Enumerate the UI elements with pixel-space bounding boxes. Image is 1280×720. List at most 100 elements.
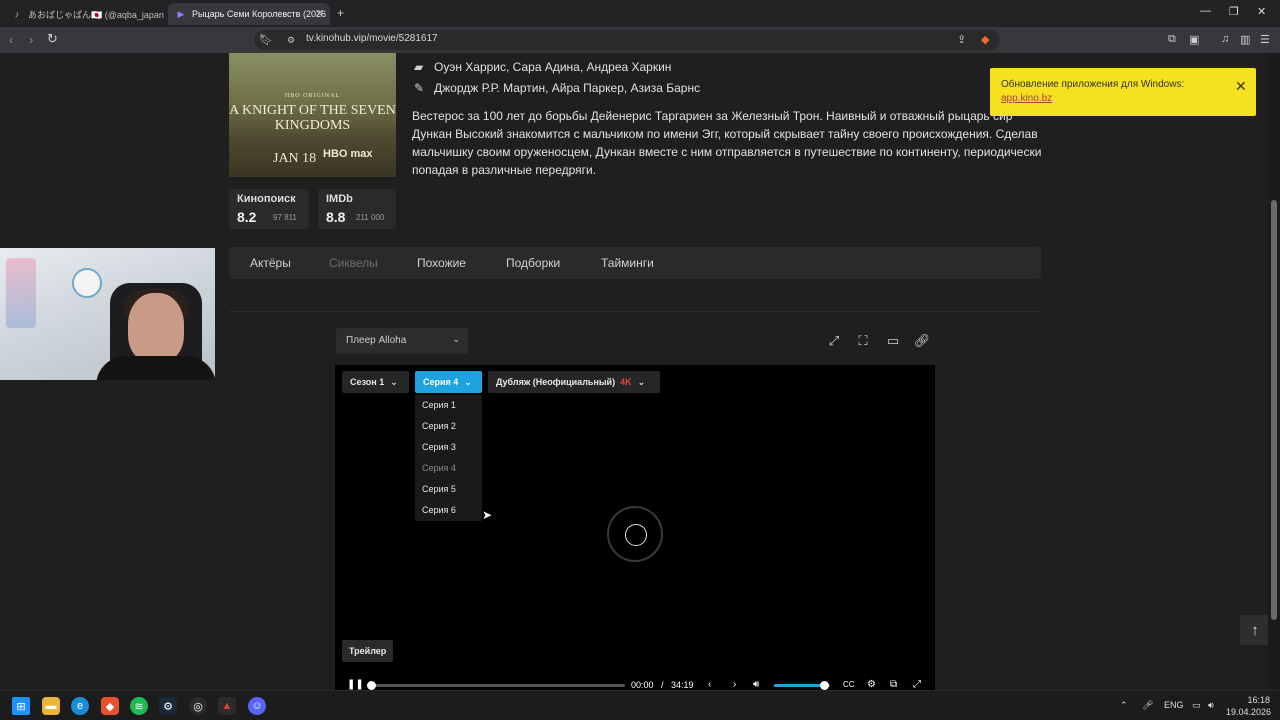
- menu-icon[interactable]: ☰: [1260, 33, 1270, 46]
- video-player[interactable]: Сезон 1 ⌄ Серия 4 ⌄ Дубляж (Неофициальны…: [335, 365, 935, 690]
- movie-poster[interactable]: HBO ORIGINAL A KNIGHT OF THE SEVEN KINGD…: [229, 53, 396, 177]
- gear-icon[interactable]: ⚙: [867, 679, 876, 690]
- comment-icon[interactable]: ▭: [880, 329, 906, 353]
- dub-dropdown[interactable]: Дубляж (Неофициальный) 4K ⌄: [488, 371, 660, 393]
- wallet-icon[interactable]: ▣: [1189, 33, 1199, 46]
- divider: [229, 311, 1041, 312]
- trailer-button[interactable]: Трейлер: [342, 640, 394, 662]
- new-tab-button[interactable]: +: [337, 6, 344, 20]
- previous-icon[interactable]: ‹: [708, 679, 711, 690]
- page-content: HBO ORIGINAL A KNIGHT OF THE SEVEN KINGD…: [0, 53, 1268, 690]
- tab-kinohub[interactable]: ▶ Рыцарь Семи Королевств (2026 ✕: [168, 3, 330, 25]
- season-dropdown[interactable]: Сезон 1 ⌄: [342, 371, 409, 393]
- forward-icon[interactable]: ›: [29, 32, 33, 47]
- volume-icon[interactable]: 🔊︎: [753, 679, 759, 690]
- volume-handle[interactable]: [820, 681, 830, 690]
- edge-icon[interactable]: e: [71, 697, 89, 715]
- update-notification: Обновление приложения для Windows: app.k…: [990, 68, 1256, 116]
- extensions-icon[interactable]: ⧉: [1168, 33, 1176, 46]
- volume-slider[interactable]: [774, 681, 830, 690]
- media-icon[interactable]: ♫: [1221, 33, 1229, 45]
- episode-option-3[interactable]: Серия 3: [422, 442, 456, 452]
- episode-option-2[interactable]: Серия 2: [422, 421, 456, 431]
- episode-option-5[interactable]: Серия 5: [422, 484, 456, 494]
- close-icon[interactable]: ✕: [1235, 78, 1247, 95]
- player-select[interactable]: Плеер Alloha ⌄: [336, 328, 468, 354]
- windows-start-icon[interactable]: ⊞: [12, 697, 30, 715]
- rating-name: Кинопоиск: [237, 193, 296, 205]
- minimize-button[interactable]: —: [1200, 5, 1211, 17]
- rating-value: 8.2: [237, 209, 257, 225]
- episode-label: Серия 4: [423, 377, 459, 387]
- tab-similar[interactable]: Похожие: [417, 256, 466, 270]
- brave-icon[interactable]: ◆: [101, 697, 119, 715]
- seek-handle[interactable]: [367, 681, 376, 690]
- network-icon[interactable]: ▭: [1192, 700, 1201, 711]
- scroll-to-top-button[interactable]: ↑: [1240, 615, 1268, 645]
- webcam-background-cloth: [6, 258, 36, 328]
- episode-dropdown[interactable]: Серия 4 ⌄: [415, 371, 482, 393]
- time-current: 00:00: [631, 680, 654, 690]
- clock-date: 19.04.2026: [1226, 707, 1272, 717]
- volume-fill: [774, 684, 825, 687]
- volume-icon[interactable]: 🔊︎: [1208, 700, 1214, 711]
- tab-collections[interactable]: Подборки: [506, 256, 560, 270]
- episode-option-1[interactable]: Серия 1: [422, 400, 456, 410]
- pause-icon[interactable]: ❚❚: [347, 679, 364, 690]
- loading-spinner: [607, 506, 663, 562]
- system-clock[interactable]: 16:18 19.04.2026: [1226, 694, 1272, 718]
- webcam-face: [128, 293, 184, 363]
- poster-brand: HBO max: [323, 148, 373, 160]
- next-icon[interactable]: ›: [733, 679, 736, 690]
- seek-bar[interactable]: [367, 681, 625, 690]
- writers-row: ✎ Джордж Р.Р. Мартин, Айра Паркер, Азиза…: [414, 81, 700, 95]
- show-hidden-icons[interactable]: ⌃: [1120, 700, 1128, 711]
- sidebar-icon[interactable]: ▥: [1240, 33, 1250, 46]
- adobe-icon[interactable]: ▲: [218, 697, 236, 715]
- chevron-down-icon: ⌄: [390, 376, 398, 387]
- episode-option-4[interactable]: Серия 4: [422, 463, 456, 473]
- episode-option-6[interactable]: Серия 6: [422, 505, 456, 515]
- chevron-down-icon: ⌄: [452, 334, 460, 344]
- restore-button[interactable]: ❐: [1229, 5, 1239, 18]
- url-text[interactable]: tv.kinohub.vip/movie/5281617: [306, 33, 438, 44]
- tab-timings[interactable]: Тайминги: [601, 256, 654, 270]
- tab-sequels[interactable]: Сиквелы: [329, 256, 378, 270]
- movie-tabs: Актёры Сиквелы Похожие Подборки Тайминги: [229, 247, 1041, 279]
- close-window-button[interactable]: ✕: [1257, 5, 1266, 18]
- site-info-icon[interactable]: ⚙: [287, 35, 295, 46]
- bookmark-icon[interactable]: 🔖︎: [259, 33, 273, 46]
- dub-label: Дубляж (Неофициальный): [496, 377, 616, 387]
- mouse-cursor-icon: ➤: [482, 508, 493, 522]
- notification-link[interactable]: app.kino.bz: [1001, 93, 1052, 104]
- poster-hbo-original: HBO ORIGINAL: [284, 93, 341, 99]
- player-controls: ❚❚ 00:00 / 34:19 ‹ › 🔊︎ CC ⚙ ⧉ ⤢: [335, 677, 935, 690]
- episode-menu: Серия 1 Серия 2 Серия 3 Серия 4 Серия 5 …: [415, 395, 482, 521]
- quality-badge: 4K: [620, 377, 632, 387]
- spotify-icon[interactable]: ≋: [130, 697, 148, 715]
- fullscreen-icon[interactable]: ⤢: [913, 679, 921, 690]
- popout-icon[interactable]: ⧉: [890, 679, 897, 690]
- share-icon[interactable]: ⇪: [957, 33, 966, 46]
- steam-icon[interactable]: ⚙: [159, 697, 177, 715]
- webcam-overlay: [0, 248, 215, 380]
- discord-icon[interactable]: ☺: [248, 697, 266, 715]
- language-indicator[interactable]: ENG: [1164, 700, 1184, 710]
- close-tab-icon[interactable]: ✕: [315, 7, 324, 20]
- cast-row: ▰ Оуэн Харрис, Сара Адина, Андреа Харкин: [414, 60, 671, 74]
- reload-icon[interactable]: ↻: [47, 31, 58, 47]
- microphone-icon[interactable]: 🎤︎: [1142, 700, 1153, 711]
- back-icon[interactable]: ‹: [9, 32, 13, 47]
- fullscreen-icon[interactable]: ⛶: [850, 329, 876, 353]
- rating-votes: 211 000: [356, 213, 385, 222]
- subtitles-icon[interactable]: CC: [843, 680, 855, 689]
- file-explorer-icon[interactable]: ▬: [42, 697, 60, 715]
- expand-icon[interactable]: ⤢: [821, 329, 847, 353]
- scrollbar-thumb[interactable]: [1271, 200, 1277, 620]
- brave-shield-icon[interactable]: ◆: [981, 33, 989, 46]
- tab-title: Рыцарь Семи Королевств (2026: [192, 9, 326, 19]
- app-icon[interactable]: ◎: [189, 697, 207, 715]
- tab-tiktok[interactable]: ♪ あおばじゃぱん🇯🇵 (@aqba_japan) | Ti: [4, 3, 164, 25]
- link-icon[interactable]: 🔗︎: [909, 329, 935, 353]
- tab-actors[interactable]: Актёры: [250, 256, 291, 270]
